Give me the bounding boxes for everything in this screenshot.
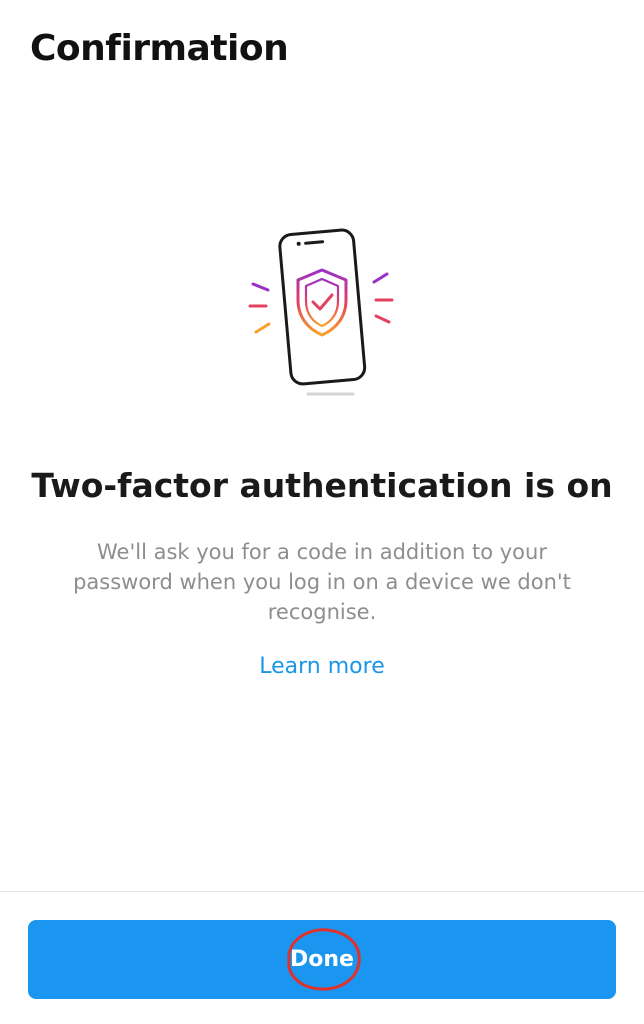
phone-shield-check-icon bbox=[248, 228, 394, 396]
learn-more-link[interactable]: Learn more bbox=[0, 654, 644, 679]
headline: Two-factor authentication is on bbox=[31, 466, 613, 505]
description-text: We'll ask you for a code in addition to … bbox=[73, 540, 571, 624]
confirmation-screen: Confirmation Two-factor authentication i… bbox=[0, 0, 644, 1024]
page-title: Confirmation bbox=[30, 28, 289, 69]
done-button[interactable]: Done bbox=[28, 920, 616, 999]
footer-divider bbox=[0, 891, 644, 892]
